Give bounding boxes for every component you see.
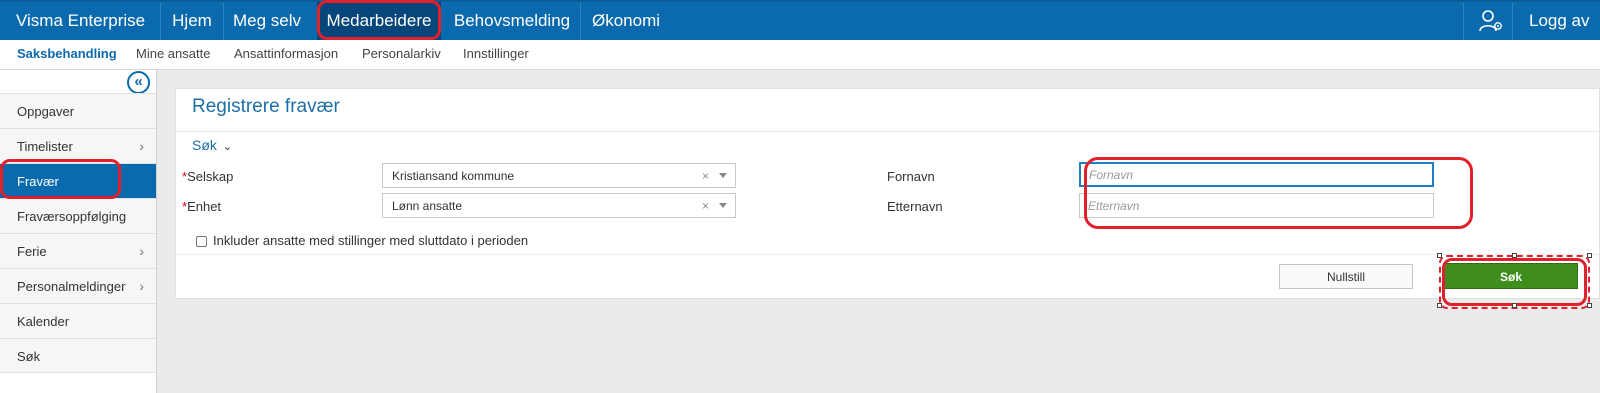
clear-icon[interactable]: × <box>702 169 709 183</box>
sidebar-item-label: Ferie <box>17 244 47 259</box>
lastname-label: Etternavn <box>887 199 943 214</box>
selection-handle <box>1587 303 1592 308</box>
logout-link[interactable]: Logg av <box>1529 11 1590 31</box>
include-ended-label: Inkluder ansatte med stillinger med slut… <box>213 233 529 248</box>
nav-divider <box>1463 2 1464 40</box>
sidebar-item-ferie[interactable]: Ferie › <box>0 233 156 268</box>
nav-item-medarbeidere[interactable]: Medarbeidere <box>317 2 441 40</box>
dropdown-arrow-icon[interactable] <box>719 173 727 178</box>
top-navigation-bar: Visma Enterprise Hjem Meg selv Medarbeid… <box>0 0 1600 40</box>
search-button[interactable]: Søk <box>1444 263 1578 289</box>
sidebar-item-fravaer[interactable]: Fravær <box>0 163 156 198</box>
nav-divider <box>1512 2 1513 40</box>
brand-logo[interactable]: Visma Enterprise <box>16 11 145 31</box>
reset-button[interactable]: Nullstill <box>1279 264 1413 289</box>
sidebar-item-label: Søk <box>17 349 41 364</box>
user-settings-icon[interactable] <box>1478 8 1504 34</box>
sidebar-item-fravaersoppfolging[interactable]: Fraværsoppfølging <box>0 198 156 233</box>
company-select[interactable]: Kristiansand kommune × <box>382 163 736 188</box>
selection-handle <box>1437 253 1442 258</box>
divider <box>176 131 1599 132</box>
nav-item-okonomi[interactable]: Økonomi <box>581 2 671 40</box>
selection-handle <box>1512 253 1517 258</box>
selection-handle <box>1587 253 1592 258</box>
unit-label: *Enhet <box>182 199 222 214</box>
include-ended-checkbox[interactable] <box>196 236 207 247</box>
dropdown-arrow-icon[interactable] <box>719 203 727 208</box>
selection-handle <box>1437 303 1442 308</box>
subnav-item-personalarkiv[interactable]: Personalarkiv <box>362 46 441 61</box>
sidebar: « Oppgaver Timelister › Fravær Fraværsop… <box>0 70 157 393</box>
sidebar-item-label: Fraværsoppfølging <box>17 209 127 224</box>
lastname-input[interactable] <box>1079 193 1434 218</box>
sidebar-item-label: Fravær <box>17 174 59 189</box>
subnav-item-ansattinformasjon[interactable]: Ansattinformasjon <box>234 46 338 61</box>
subnav-item-mine-ansatte[interactable]: Mine ansatte <box>136 46 210 61</box>
sidebar-item-label: Oppgaver <box>17 104 75 119</box>
sidebar-item-sok[interactable]: Søk <box>0 338 156 373</box>
search-toggle-label: Søk <box>192 137 217 153</box>
sidebar-item-label: Kalender <box>17 314 70 329</box>
nav-item-meg-selv[interactable]: Meg selv <box>224 2 310 40</box>
chevron-right-icon: › <box>139 243 144 259</box>
firstname-input[interactable] <box>1079 162 1434 187</box>
sidebar-item-personalmeldinger[interactable]: Personalmeldinger › <box>0 268 156 303</box>
nav-item-behovsmelding[interactable]: Behovsmelding <box>445 2 579 40</box>
sidebar-item-label: Timelister <box>17 139 73 154</box>
chevron-right-icon: › <box>139 278 144 294</box>
unit-select-value: Lønn ansatte <box>392 199 463 213</box>
chevron-right-icon: › <box>139 138 144 154</box>
sub-navigation-bar: Saksbehandling Mine ansatte Ansattinform… <box>0 40 1600 70</box>
chevron-down-icon: ⌄ <box>222 141 233 153</box>
collapse-sidebar-icon[interactable]: « <box>127 71 150 94</box>
divider <box>176 254 1599 255</box>
firstname-label: Fornavn <box>887 169 935 184</box>
search-section-toggle[interactable]: Søk ⌄ <box>192 137 232 153</box>
sidebar-item-oppgaver[interactable]: Oppgaver <box>0 93 156 128</box>
company-label: *Selskap <box>182 169 234 184</box>
subnav-item-saksbehandling[interactable]: Saksbehandling <box>17 46 117 61</box>
sidebar-item-kalender[interactable]: Kalender <box>0 303 156 338</box>
register-absence-card: Registrere fravær Søk ⌄ *Selskap Kristian… <box>175 88 1600 299</box>
clear-icon[interactable]: × <box>702 199 709 213</box>
nav-item-hjem[interactable]: Hjem <box>161 2 223 40</box>
unit-select[interactable]: Lønn ansatte × <box>382 193 736 218</box>
subnav-item-innstillinger[interactable]: Innstillinger <box>463 46 529 61</box>
selection-handle <box>1512 303 1517 308</box>
company-select-value: Kristiansand kommune <box>392 169 515 183</box>
page-title: Registrere fravær <box>192 96 340 117</box>
sidebar-item-timelister[interactable]: Timelister › <box>0 128 156 163</box>
sidebar-item-label: Personalmeldinger <box>17 279 126 294</box>
